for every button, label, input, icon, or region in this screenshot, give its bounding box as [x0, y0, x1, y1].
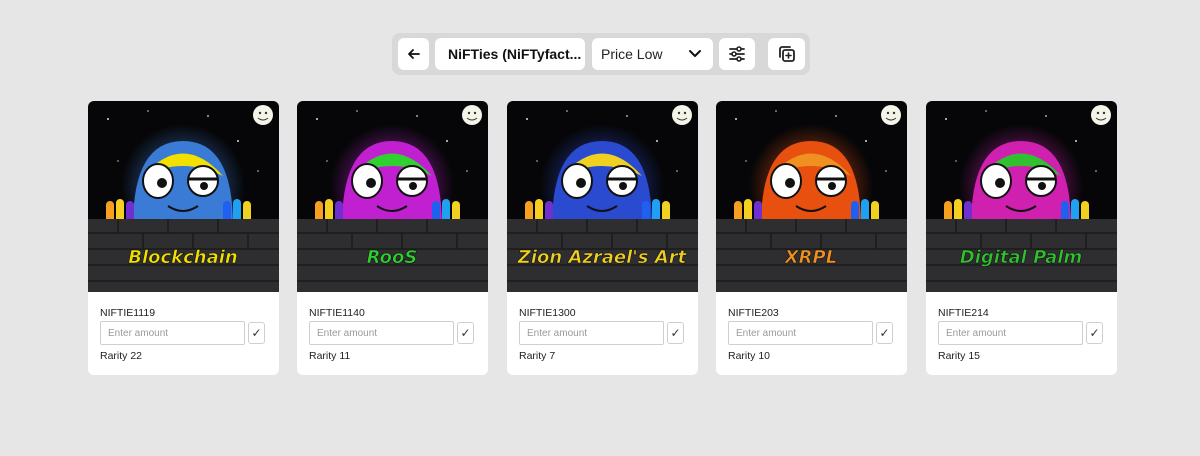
nft-card[interactable]: Zion Azrael's Art NIFTIE1300 ✓ Rarity 7	[507, 101, 698, 375]
artwork-graffiti-text: RooS	[367, 247, 418, 268]
sort-value: Price Low	[601, 46, 663, 62]
artwork-graffiti-text: Zion Azrael's Art	[517, 247, 688, 268]
nft-artwork[interactable]: Digital Palm	[926, 101, 1117, 292]
sliders-icon	[729, 46, 745, 62]
rarity-label: Rarity 7	[519, 350, 556, 362]
rarity-label: Rarity 11	[309, 350, 351, 362]
rarity-label: Rarity 15	[938, 350, 981, 362]
confirm-amount-button[interactable]: ✓	[248, 322, 265, 344]
confirm-amount-button[interactable]: ✓	[457, 322, 474, 344]
collection-label: NiFTies (NiFTyfact...	[448, 46, 582, 62]
nft-name: NIFTIE203	[728, 307, 779, 319]
moon-icon	[672, 105, 692, 125]
arrow-left-icon	[407, 49, 420, 59]
nft-card[interactable]: XRPL NIFTIE203 ✓ Rarity 10	[716, 101, 907, 375]
amount-input[interactable]	[309, 321, 454, 345]
back-button[interactable]	[398, 38, 429, 70]
amount-input[interactable]	[519, 321, 664, 345]
confirm-amount-button[interactable]: ✓	[667, 322, 684, 344]
confirm-amount-button[interactable]: ✓	[876, 322, 893, 344]
nft-artwork[interactable]: XRPL	[716, 101, 907, 292]
nft-card[interactable]: RooS NIFTIE1140 ✓ Rarity 11	[297, 101, 488, 375]
nft-name: NIFTIE1140	[309, 307, 365, 319]
artwork-graffiti-text: Blockchain	[128, 247, 238, 268]
copy-button[interactable]	[768, 38, 805, 70]
collection-selector[interactable]: NiFTies (NiFTyfact...	[435, 38, 585, 70]
nft-card[interactable]: Blockchain NIFTIE1119 ✓ Rarity 22	[88, 101, 279, 375]
nft-name: NIFTIE1119	[100, 307, 156, 319]
copy-plus-icon	[778, 46, 795, 62]
sort-dropdown[interactable]: Price Low	[592, 38, 713, 70]
rarity-label: Rarity 10	[728, 350, 771, 362]
nft-card[interactable]: Digital Palm NIFTIE214 ✓ Rarity 15	[926, 101, 1117, 375]
nft-artwork[interactable]: RooS	[297, 101, 488, 292]
amount-input[interactable]	[100, 321, 245, 345]
moon-icon	[881, 105, 901, 125]
nft-artwork[interactable]: Zion Azrael's Art	[507, 101, 698, 292]
filter-button[interactable]	[719, 38, 755, 70]
nft-artwork[interactable]: Blockchain	[88, 101, 279, 292]
moon-icon	[1091, 105, 1111, 125]
rarity-label: Rarity 22	[100, 350, 143, 362]
artwork-graffiti-text: Digital Palm	[960, 247, 1082, 268]
amount-input[interactable]	[728, 321, 873, 345]
collection-toolbar: NiFTies (NiFTyfact... Price Low	[392, 33, 810, 75]
confirm-amount-button[interactable]: ✓	[1086, 322, 1103, 344]
artwork-graffiti-text: XRPL	[784, 247, 837, 268]
moon-icon	[253, 105, 273, 125]
nft-name: NIFTIE1300	[519, 307, 576, 319]
moon-icon	[462, 105, 482, 125]
nft-name: NIFTIE214	[938, 307, 989, 319]
amount-input[interactable]	[938, 321, 1083, 345]
chevron-down-icon	[689, 50, 701, 57]
